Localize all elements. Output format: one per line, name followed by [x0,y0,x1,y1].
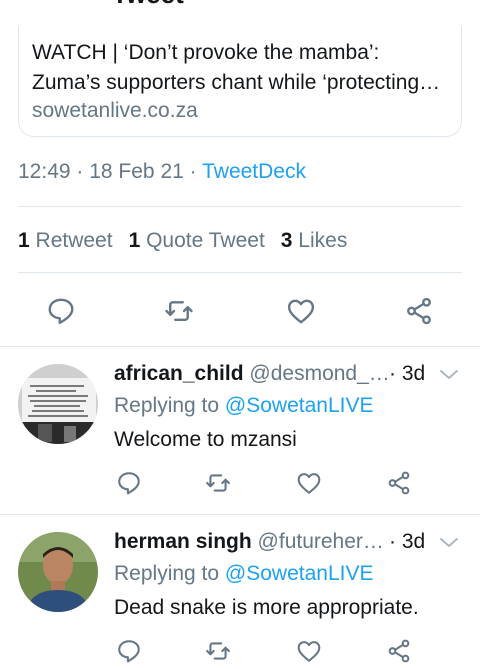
reply-time: · 3d [389,362,426,385]
likes-label: Likes [292,229,348,252]
username[interactable]: @desmond_… [244,362,389,385]
reply-tweet[interactable]: african_child @desmond_… · 3d Replying t… [0,346,480,514]
retweets-stat[interactable]: 1 Retweet [18,229,113,252]
reply-icon[interactable] [116,638,142,664]
meta-separator: · [70,160,90,183]
replying-to: Replying to @SowetanLIVE [114,562,373,586]
tweet-meta: 12:49 · 18 Feb 21 · TweetDeck [18,160,306,184]
retweets-label: Retweet [29,229,113,252]
share-icon[interactable] [386,638,412,664]
like-icon[interactable] [296,470,322,496]
share-icon[interactable] [386,470,412,496]
chevron-down-icon[interactable] [438,368,460,382]
tweet-date: 18 Feb 21 [89,160,184,183]
likes-stat[interactable]: 3 Likes [281,229,348,252]
meta-separator-2: · [183,160,203,183]
tweet-time: 12:49 [18,160,71,183]
reply-header: african_child @desmond_… [114,362,424,386]
quotes-count: 1 [128,229,141,252]
quotes-stat[interactable]: 1 Quote Tweet [129,229,265,252]
reply-tweet[interactable]: herman singh @futureher… · 3d Replying t… [0,514,480,663]
retweet-icon[interactable] [205,638,231,664]
reply-text: Dead snake is more appropriate. [114,596,419,619]
likes-count: 3 [280,229,293,252]
card-domain: sowetanlive.co.za [32,99,198,122]
replying-to-mention[interactable]: @SowetanLIVE [225,394,374,417]
reply-text: Welcome to mzansi [114,428,297,451]
retweet-icon[interactable] [164,296,194,326]
reply-icon[interactable] [116,470,142,496]
reply-header: herman singh @futureher… [114,530,424,554]
username[interactable]: @futureher… [252,530,384,553]
like-icon[interactable] [296,638,322,664]
top-bar: Tweet [0,0,480,14]
card-title-line-1: WATCH | ‘Don’t provoke the mamba’: [32,41,380,64]
tweet-source-link[interactable]: TweetDeck [202,160,306,183]
replying-prefix: Replying to [114,394,225,417]
avatar[interactable] [18,532,98,612]
link-preview-card[interactable]: WATCH | ‘Don’t provoke the mamba’: Zuma’… [18,26,462,137]
display-name[interactable]: african_child [114,362,244,385]
divider [18,206,462,207]
replying-to-mention[interactable]: @SowetanLIVE [225,562,374,585]
card-title: WATCH | ‘Don’t provoke the mamba’: Zuma’… [32,38,456,98]
card-title-line-2: Zuma’s supporters chant while ‘protectin… [32,71,441,94]
avatar[interactable] [18,364,98,444]
share-icon[interactable] [404,296,434,326]
replying-prefix: Replying to [114,562,225,585]
reply-icon[interactable] [46,296,76,326]
divider [18,272,462,273]
replying-to: Replying to @SowetanLIVE [114,394,373,418]
back-arrow-icon[interactable] [28,0,48,4]
page-title: Tweet [112,0,184,8]
quotes-label: Quote Tweet [140,229,265,252]
retweet-icon[interactable] [205,470,231,496]
reply-time: · 3d [389,530,426,553]
display-name[interactable]: herman singh [114,530,252,553]
like-icon[interactable] [286,296,316,326]
retweets-count: 1 [18,229,30,252]
chevron-down-icon[interactable] [438,536,460,550]
engagement-stats: 1 Retweet 1 Quote Tweet 3 Likes [18,229,347,253]
